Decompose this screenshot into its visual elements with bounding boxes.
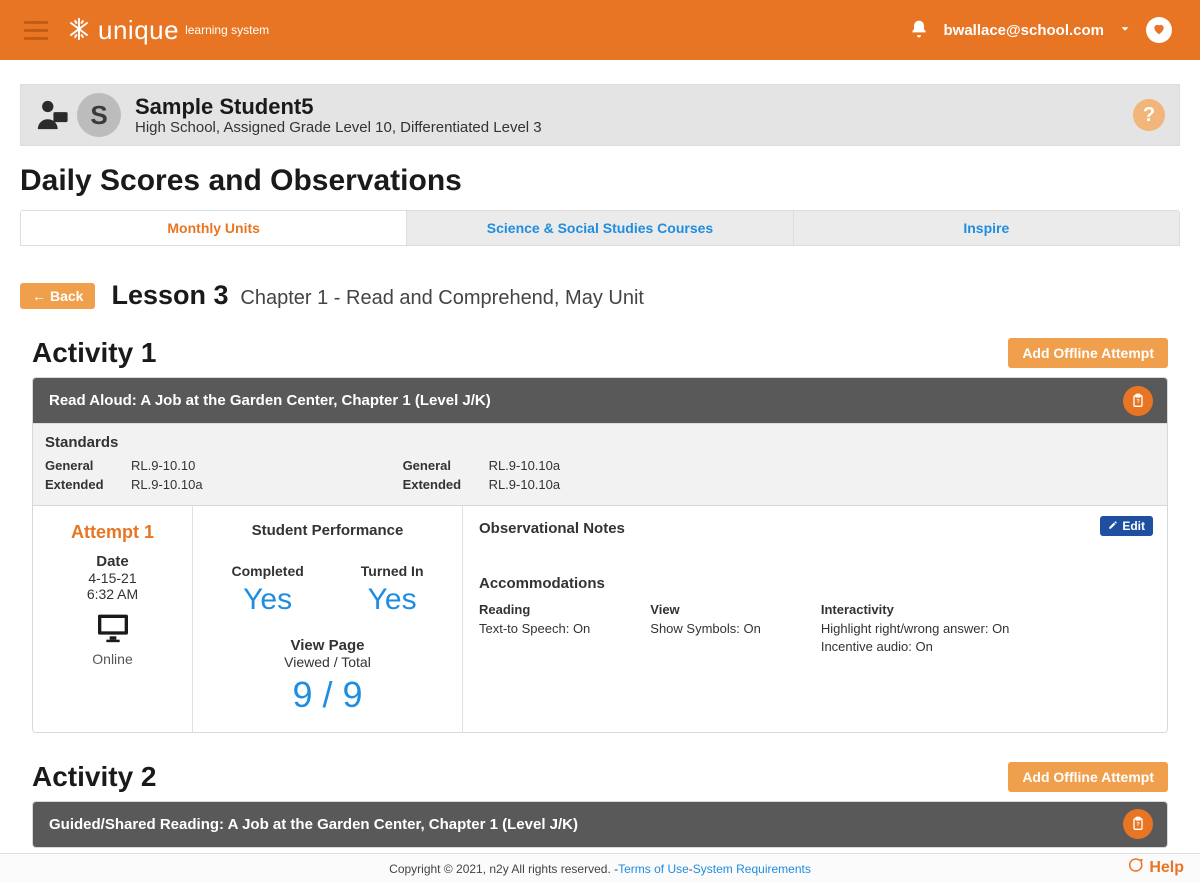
back-button[interactable]: ← Back bbox=[20, 283, 95, 309]
top-header: unique learning system bwallace@school.c… bbox=[0, 0, 1200, 60]
turned-in-label: Turned In bbox=[361, 563, 424, 579]
view-page-sub: Viewed / Total bbox=[203, 654, 452, 670]
brand-name: unique bbox=[98, 15, 179, 46]
std1-general: RL.9-10.10 bbox=[131, 458, 195, 473]
pencil-icon bbox=[1108, 519, 1118, 533]
avatar[interactable] bbox=[1146, 17, 1172, 43]
monitor-icon bbox=[41, 608, 184, 651]
back-label: Back bbox=[50, 288, 83, 304]
accom-view-v: Show Symbols: On bbox=[650, 620, 761, 638]
completed-value: Yes bbox=[231, 583, 303, 617]
lesson-subtitle: Chapter 1 - Read and Comprehend, May Uni… bbox=[240, 287, 644, 309]
date-label: Date bbox=[41, 553, 184, 570]
mode-label: Online bbox=[41, 651, 184, 667]
edit-button[interactable]: Edit bbox=[1100, 516, 1153, 536]
footer-terms-link[interactable]: Terms of Use bbox=[618, 862, 689, 876]
chat-icon bbox=[1126, 856, 1144, 879]
activity1-bar: Read Aloud: A Job at the Garden Center, … bbox=[33, 378, 1167, 423]
performance-column: Student Performance Completed Yes Turned… bbox=[193, 506, 463, 732]
clipboard-icon[interactable]: ? bbox=[1123, 386, 1153, 416]
student-avatar[interactable]: S bbox=[77, 93, 121, 137]
std-extended-label-2: Extended bbox=[403, 476, 489, 495]
chevron-down-icon[interactable] bbox=[1118, 22, 1132, 39]
footer-copyright: Copyright © 2021, n2y All rights reserve… bbox=[389, 862, 618, 876]
person-with-book-icon bbox=[35, 96, 69, 134]
accom-view: View Show Symbols: On bbox=[650, 602, 761, 656]
edit-label: Edit bbox=[1122, 519, 1145, 533]
activity2-title: Activity 2 bbox=[32, 761, 157, 793]
student-name: Sample Student5 bbox=[135, 94, 542, 119]
heart-icon bbox=[1152, 22, 1166, 39]
activity1-header-row: Activity 1 Add Offline Attempt bbox=[32, 337, 1168, 369]
tab-inspire[interactable]: Inspire bbox=[794, 211, 1179, 245]
accom-reading: Reading Text-to Speech: On bbox=[479, 602, 590, 656]
std-general-label-2: General bbox=[403, 457, 489, 476]
turned-in-value: Yes bbox=[361, 583, 424, 617]
user-email[interactable]: bwallace@school.com bbox=[943, 22, 1104, 39]
activity2-bar-title: Guided/Shared Reading: A Job at the Gard… bbox=[49, 816, 578, 833]
view-page-label: View Page bbox=[203, 637, 452, 654]
footer: Copyright © 2021, n2y All rights reserve… bbox=[0, 853, 1200, 883]
tab-monthly-units[interactable]: Monthly Units bbox=[21, 211, 407, 245]
add-offline-attempt-button[interactable]: Add Offline Attempt bbox=[1008, 338, 1168, 368]
page-title: Daily Scores and Observations bbox=[20, 164, 1180, 198]
attempt-label: Attempt 1 bbox=[41, 522, 184, 543]
std2-extended: RL.9-10.10a bbox=[489, 477, 561, 492]
accom-view-h: View bbox=[650, 602, 761, 617]
accom-reading-v: Text-to Speech: On bbox=[479, 620, 590, 638]
help-label: Help bbox=[1149, 859, 1184, 877]
activity2-header-row: Activity 2 Add Offline Attempt bbox=[32, 761, 1168, 793]
standards-section: Standards GeneralRL.9-10.10 ExtendedRL.9… bbox=[33, 423, 1167, 505]
performance-title: Student Performance bbox=[203, 522, 452, 539]
brand-subtitle: learning system bbox=[185, 23, 269, 37]
lesson-header: ← Back Lesson 3 Chapter 1 - Read and Com… bbox=[20, 280, 1180, 311]
accommodations-title: Accommodations bbox=[479, 575, 1151, 592]
student-initial: S bbox=[90, 100, 107, 131]
view-page-score: 9 / 9 bbox=[203, 674, 452, 716]
svg-text:?: ? bbox=[1136, 822, 1139, 828]
observational-title: Observational Notes bbox=[479, 520, 1151, 537]
menu-icon[interactable] bbox=[24, 21, 48, 39]
standards-col-2: GeneralRL.9-10.10a ExtendedRL.9-10.10a bbox=[403, 457, 561, 495]
accom-reading-h: Reading bbox=[479, 602, 590, 617]
help-fab[interactable]: Help bbox=[1126, 856, 1184, 879]
add-offline-attempt-button-2[interactable]: Add Offline Attempt bbox=[1008, 762, 1168, 792]
completed-label: Completed bbox=[231, 563, 303, 579]
tab-science[interactable]: Science & Social Studies Courses bbox=[407, 211, 793, 245]
accom-inter-v2: Incentive audio: On bbox=[821, 638, 1010, 656]
tabs: Monthly Units Science & Social Studies C… bbox=[20, 210, 1180, 246]
footer-sysreq-link[interactable]: System Requirements bbox=[693, 862, 811, 876]
activity1-title: Activity 1 bbox=[32, 337, 157, 369]
clipboard-icon-2[interactable]: ? bbox=[1123, 809, 1153, 839]
student-meta: High School, Assigned Grade Level 10, Di… bbox=[135, 119, 542, 136]
accom-interactivity: Interactivity Highlight right/wrong answ… bbox=[821, 602, 1010, 656]
lesson-title: Lesson 3 bbox=[111, 280, 228, 310]
activity2-box: Guided/Shared Reading: A Job at the Gard… bbox=[32, 801, 1168, 848]
accom-inter-h: Interactivity bbox=[821, 602, 1010, 617]
standards-title: Standards bbox=[45, 434, 1155, 451]
date-value: 4-15-21 bbox=[41, 570, 184, 586]
activity1-box: Read Aloud: A Job at the Garden Center, … bbox=[32, 377, 1168, 733]
attempt-row: Attempt 1 Date 4-15-21 6:32 AM Online St… bbox=[33, 505, 1167, 732]
svg-text:?: ? bbox=[1136, 399, 1139, 405]
standards-col-1: GeneralRL.9-10.10 ExtendedRL.9-10.10a bbox=[45, 457, 203, 495]
help-icon[interactable]: ? bbox=[1133, 99, 1165, 131]
std2-general: RL.9-10.10a bbox=[489, 458, 561, 473]
activity2-bar: Guided/Shared Reading: A Job at the Gard… bbox=[33, 802, 1167, 847]
bell-icon[interactable] bbox=[909, 19, 929, 42]
arrow-left-icon: ← bbox=[32, 288, 46, 304]
activity1-bar-title: Read Aloud: A Job at the Garden Center, … bbox=[49, 392, 491, 409]
brand-logo[interactable]: unique learning system bbox=[66, 15, 269, 46]
time-value: 6:32 AM bbox=[41, 586, 184, 602]
observational-column: Observational Notes Edit Accommodations … bbox=[463, 506, 1167, 732]
std-extended-label: Extended bbox=[45, 476, 131, 495]
std1-extended: RL.9-10.10a bbox=[131, 477, 203, 492]
attempt-column: Attempt 1 Date 4-15-21 6:32 AM Online bbox=[33, 506, 193, 732]
std-general-label: General bbox=[45, 457, 131, 476]
snowflake-icon bbox=[66, 16, 92, 45]
student-bar: S Sample Student5 High School, Assigned … bbox=[20, 84, 1180, 146]
accom-inter-v1: Highlight right/wrong answer: On bbox=[821, 620, 1010, 638]
